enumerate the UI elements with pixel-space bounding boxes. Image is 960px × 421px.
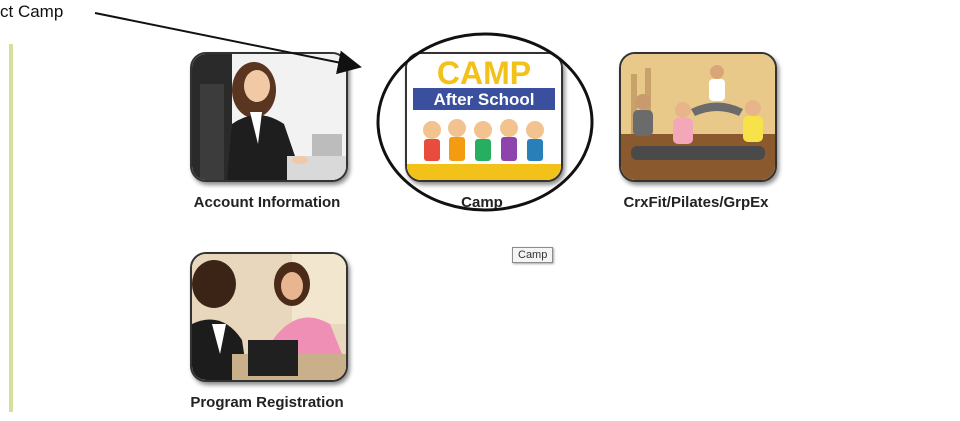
crxfit-pilates-grpex-tile[interactable]: CrxFit/Pilates/GrpEx (619, 52, 777, 212)
program-registration-label[interactable]: Program Registration (157, 394, 377, 411)
camp-logo-title: CAMP (437, 55, 531, 91)
crxfit-pilates-grpex-image[interactable] (619, 52, 777, 182)
camp-label[interactable]: Camp (372, 194, 592, 211)
callout-label: ct Camp (0, 2, 64, 21)
camp-tile[interactable]: CAMP After School Camp (405, 52, 563, 212)
camp-logo-subtitle: After School (433, 90, 534, 109)
crxfit-pilates-grpex-label[interactable]: CrxFit/Pilates/GrpEx (586, 194, 806, 211)
camp-tooltip: Camp (512, 247, 554, 263)
account-information-tile[interactable]: Account Information (190, 52, 348, 212)
left-accent-bar (9, 44, 13, 412)
account-information-label[interactable]: Account Information (157, 194, 377, 211)
camp-image[interactable]: CAMP After School (405, 52, 563, 182)
program-registration-tile[interactable]: Program Registration (190, 252, 348, 412)
program-registration-image[interactable] (190, 252, 348, 382)
account-information-image[interactable] (190, 52, 348, 182)
